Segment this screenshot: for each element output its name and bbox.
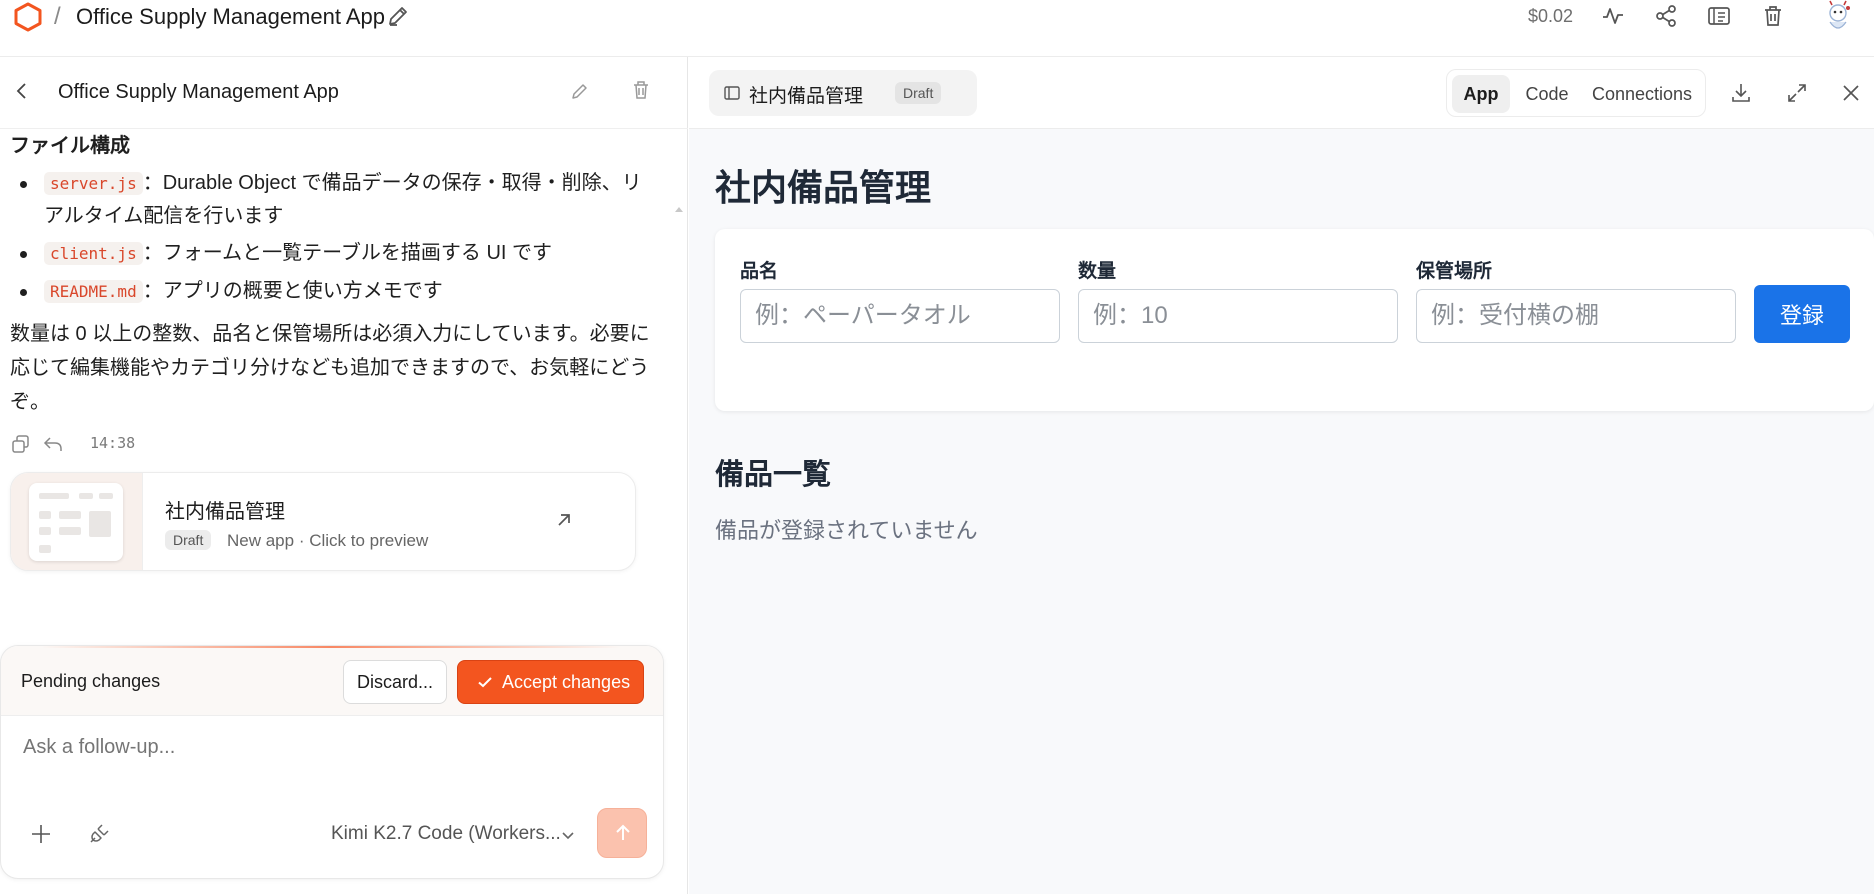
tab-code[interactable]: Code bbox=[1515, 75, 1579, 113]
quantity-input[interactable] bbox=[1078, 289, 1398, 343]
plug-icon[interactable] bbox=[87, 822, 111, 846]
breadcrumb-separator: / bbox=[54, 3, 61, 30]
scroll-up-arrow[interactable] bbox=[674, 205, 684, 213]
share-icon[interactable] bbox=[1653, 3, 1679, 29]
preview-header: 社内備品管理 Draft App Code Connections bbox=[689, 57, 1874, 129]
follow-up-input[interactable] bbox=[23, 736, 623, 759]
check-icon bbox=[478, 677, 492, 688]
chat-header: Office Supply Management App bbox=[0, 57, 688, 129]
draft-badge: Draft bbox=[165, 530, 212, 550]
back-arrow-icon[interactable] bbox=[12, 81, 32, 101]
avatar[interactable] bbox=[1820, 0, 1856, 34]
pending-changes-label: Pending changes bbox=[21, 671, 161, 691]
settings-icon[interactable] bbox=[1706, 3, 1732, 29]
app-title: 社内備品管理 bbox=[715, 167, 932, 208]
quantity-label: 数量 bbox=[1078, 261, 1117, 282]
send-button[interactable] bbox=[597, 808, 647, 858]
close-icon[interactable] bbox=[1839, 81, 1863, 105]
file-list: server.js ：Durable Object で備品データの保存・取得・削除… bbox=[18, 167, 648, 313]
file-name-code: server.js bbox=[44, 172, 143, 195]
chat-title: Office Supply Management App bbox=[58, 81, 339, 103]
message-timestamp: 14:38 bbox=[90, 434, 136, 452]
item-form: 品名 数量 保管場所 登録 bbox=[715, 229, 1874, 411]
arrow-up-right-icon[interactable] bbox=[553, 509, 575, 531]
app-preview-card[interactable]: 社内備品管理 Draft New app · Click to preview bbox=[10, 472, 636, 571]
trash-icon[interactable] bbox=[630, 79, 652, 101]
pending-changes-bar: Pending changes Discard... Accept change… bbox=[1, 646, 663, 716]
copy-icon[interactable] bbox=[10, 433, 32, 455]
list-item: client.js ：フォームと一覧テーブルを描画する UI です bbox=[18, 237, 648, 270]
arrow-up-icon bbox=[616, 824, 630, 840]
tab-app[interactable]: App bbox=[1452, 75, 1510, 113]
hexagon-logo-icon[interactable] bbox=[12, 2, 44, 32]
list-item: README.md ：アプリの概要と使い方メモです bbox=[18, 275, 648, 308]
download-icon[interactable] bbox=[1729, 81, 1753, 105]
app-preview: 社内備品管理 品名 数量 保管場所 登録 備品一覧 備品が登録されていません bbox=[689, 129, 1874, 894]
model-selector[interactable]: Kimi K2.7 Code (Workers... bbox=[331, 823, 561, 845]
top-bar: / Office Supply Management App $0.02 bbox=[0, 0, 1874, 57]
draft-badge: Draft bbox=[895, 82, 942, 104]
location-label: 保管場所 bbox=[1416, 261, 1493, 282]
composer: Pending changes Discard... Accept change… bbox=[0, 645, 664, 879]
item-name-input[interactable] bbox=[740, 289, 1060, 343]
file-description: ：アプリの概要と使い方メモです bbox=[142, 280, 443, 302]
activity-icon[interactable] bbox=[1600, 3, 1626, 29]
expand-icon[interactable] bbox=[1785, 81, 1809, 105]
chevron-down-icon[interactable] bbox=[559, 826, 577, 844]
assistant-paragraph: 数量は 0 以上の整数、品名と保管場所は必須入力にしています。必要に応じて編集機… bbox=[10, 323, 650, 413]
tab-connections[interactable]: Connections bbox=[1583, 75, 1701, 113]
preview-card-title: 社内備品管理 bbox=[165, 501, 285, 523]
window-icon bbox=[723, 84, 741, 102]
chat-messages: ファイル構成 server.js ：Durable Object で備品データの保… bbox=[0, 129, 688, 624]
file-description: ：フォームと一覧テーブルを描画する UI です bbox=[142, 242, 553, 264]
section-heading: ファイル構成 bbox=[10, 135, 130, 157]
item-name-label: 品名 bbox=[740, 261, 779, 282]
view-tabs: App Code Connections bbox=[1446, 69, 1706, 117]
accept-changes-button[interactable]: Accept changes bbox=[457, 660, 644, 704]
app-thumbnail bbox=[11, 473, 143, 570]
trash-icon[interactable] bbox=[1760, 3, 1786, 29]
file-tab[interactable]: 社内備品管理 Draft bbox=[709, 70, 977, 116]
file-name-code: client.js bbox=[44, 242, 143, 265]
preview-panel: 社内備品管理 Draft App Code Connections 社内備品管理… bbox=[689, 57, 1874, 894]
project-title: Office Supply Management App bbox=[76, 4, 386, 29]
accept-changes-label: Accept changes bbox=[502, 672, 631, 692]
register-button[interactable]: 登録 bbox=[1754, 285, 1850, 343]
edit-icon[interactable] bbox=[386, 4, 410, 28]
location-input[interactable] bbox=[1416, 289, 1736, 343]
list-item: server.js ：Durable Object で備品データの保存・取得・削除… bbox=[18, 167, 648, 232]
undo-icon[interactable] bbox=[42, 433, 64, 455]
chat-panel: Office Supply Management App ファイル構成 serv… bbox=[0, 57, 688, 894]
empty-state-message: 備品が登録されていません bbox=[715, 518, 978, 543]
edit-icon[interactable] bbox=[570, 81, 590, 101]
plus-icon[interactable] bbox=[29, 822, 53, 846]
discard-button[interactable]: Discard... bbox=[343, 660, 447, 704]
file-tab-name: 社内備品管理 bbox=[749, 86, 864, 107]
cost-indicator: $0.02 bbox=[1528, 6, 1574, 26]
preview-card-subtitle: New app · Click to preview bbox=[227, 531, 429, 550]
file-name-code: README.md bbox=[44, 280, 143, 303]
item-list-heading: 備品一覧 bbox=[715, 459, 832, 491]
